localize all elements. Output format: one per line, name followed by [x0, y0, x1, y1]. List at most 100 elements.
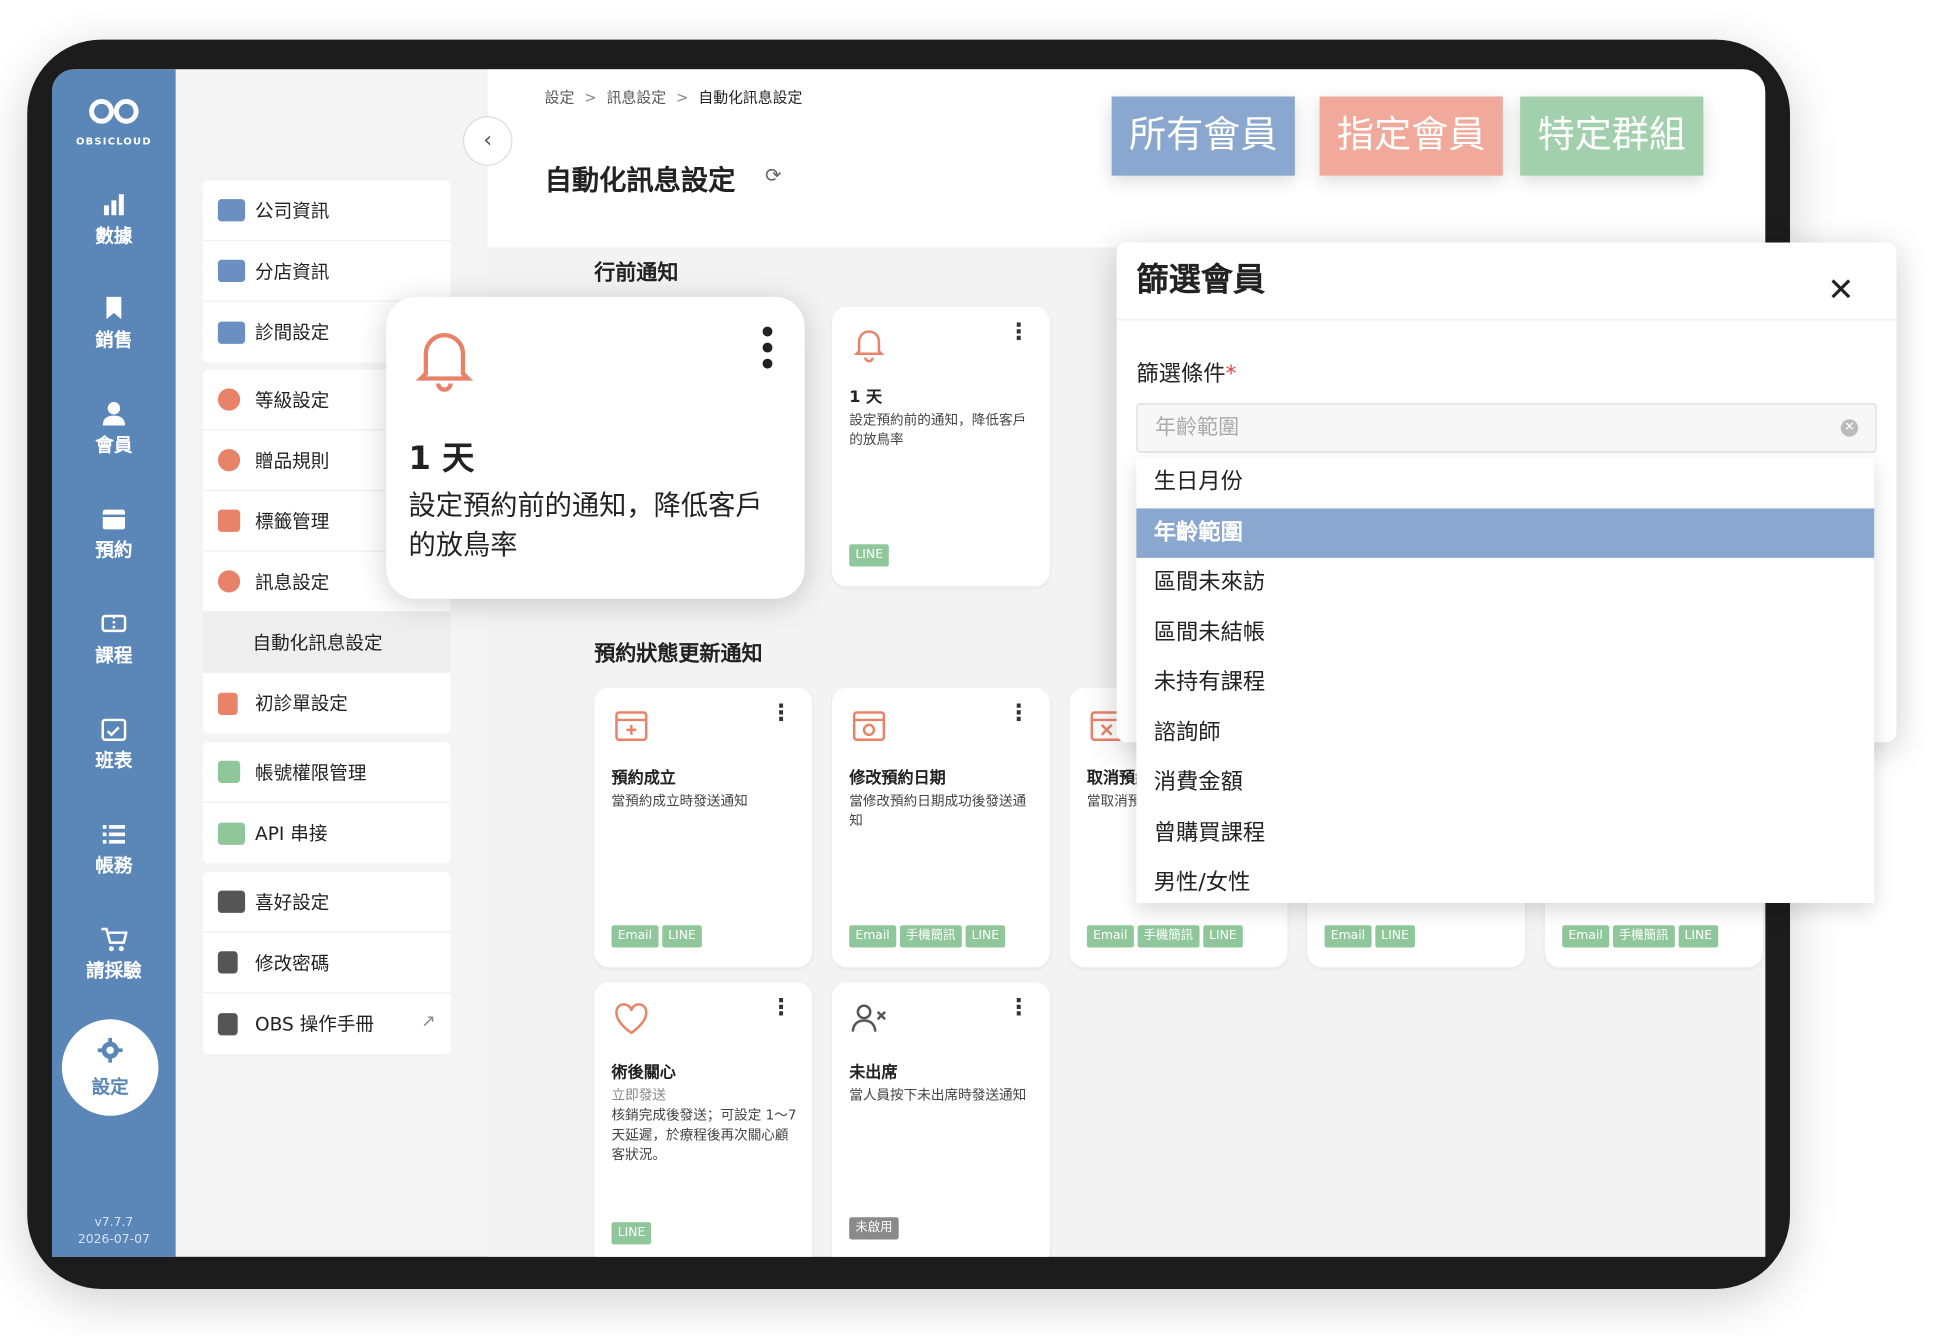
- option-age-range[interactable]: 年齡範圍: [1136, 507, 1875, 558]
- breadcrumb: 設定 > 訊息設定 > 自動化訊息設定: [544, 89, 803, 107]
- specific-members-button[interactable]: 指定會員: [1319, 96, 1503, 176]
- option-purchased-course[interactable]: 曾購買課程: [1136, 808, 1874, 858]
- key-icon: [217, 760, 241, 784]
- refresh-icon[interactable]: ⟳: [765, 163, 782, 187]
- card-booking-created[interactable]: ⋮ 預約成立 當預約成立時發送通知 Email LINE: [594, 687, 813, 968]
- rail-item-sales[interactable]: 銷售: [52, 294, 176, 352]
- channel-tag: 手機簡訊: [1612, 925, 1675, 948]
- more-options-icon[interactable]: ⋮: [770, 702, 792, 725]
- rail-item-members[interactable]: 會員: [52, 400, 176, 458]
- schedule-icon: [101, 718, 127, 741]
- card-desc: 當預約成立時發送通知: [611, 792, 748, 809]
- version-info: v7.7.7 2026-07-07: [52, 1215, 176, 1250]
- card-title: 術後關心: [611, 1063, 676, 1083]
- rail-item-settings[interactable]: 設定: [61, 1019, 159, 1116]
- option-consultant[interactable]: 諮詢師: [1136, 708, 1874, 758]
- menu-group-account: 帳號權限管理 API 串接: [203, 742, 451, 864]
- card-subtitle: 立即發送: [611, 1087, 666, 1104]
- channel-tag: LINE: [1374, 925, 1416, 948]
- collapse-menu-button[interactable]: ‹: [462, 116, 513, 166]
- option-no-course[interactable]: 未持有課程: [1136, 658, 1874, 708]
- card-preview-1day[interactable]: 1 天 設定預約前的通知，降低客戶的放鳥率: [386, 296, 805, 599]
- rail-item-label: 會員: [95, 434, 133, 457]
- more-options-icon[interactable]: [762, 326, 773, 375]
- modal-title: 篩選會員: [1136, 262, 1266, 300]
- calendar-icon: [102, 509, 126, 530]
- menu-item-label: 喜好設定: [255, 891, 330, 914]
- bell-icon: [415, 333, 474, 392]
- clear-icon[interactable]: ✕: [1840, 419, 1859, 437]
- more-options-icon[interactable]: ⋮: [1008, 702, 1030, 725]
- version-date: 2026-07-07: [77, 1233, 150, 1247]
- settings-menu: 公司資訊 分店資訊 診間設定 等級設定 贈品規則 標籤管理 訊息設定 自動化訊息…: [175, 69, 488, 1257]
- option-unpaid[interactable]: 區間未結帳: [1136, 608, 1874, 658]
- channel-tags: Email 手機簡訊 LINE: [1086, 925, 1243, 948]
- breadcrumb-item: 自動化訊息設定: [698, 89, 803, 107]
- rail-item-data[interactable]: 數據: [52, 190, 176, 248]
- more-options-icon[interactable]: ⋮: [1008, 996, 1030, 1019]
- briefcase-icon: [217, 199, 246, 222]
- channel-tag: LINE: [849, 544, 890, 567]
- channel-tag: Email: [849, 925, 896, 948]
- calendar-refresh-icon: [852, 711, 886, 741]
- help-book-icon: [217, 1012, 238, 1035]
- rail-item-label: 帳務: [95, 854, 133, 878]
- field-label: 篩選條件: [1136, 361, 1226, 388]
- rail-item-label: 銷售: [95, 329, 133, 352]
- menu-item-branch[interactable]: 分店資訊: [203, 241, 451, 302]
- channel-tags: Email LINE: [611, 925, 702, 948]
- breadcrumb-item[interactable]: 設定: [545, 89, 575, 106]
- channel-tag: LINE: [611, 1222, 652, 1245]
- more-options-icon[interactable]: ⋮: [770, 996, 792, 1019]
- menu-item-manual[interactable]: OBS 操作手冊 ↗: [203, 993, 451, 1054]
- menu-item-password[interactable]: 修改密碼: [203, 933, 451, 994]
- menu-item-auto-messages[interactable]: 自動化訊息設定: [203, 612, 451, 673]
- rail-item-courses[interactable]: 課程: [52, 610, 176, 668]
- menu-item-label: 自動化訊息設定: [252, 631, 383, 654]
- store-icon: [217, 259, 246, 283]
- main-nav-rail: OBSICLOUD 數據 銷售 會員 預約 課程 班表 帳務 請採驗 設定 v7…: [51, 69, 176, 1257]
- menu-item-permissions[interactable]: 帳號權限管理: [203, 742, 451, 803]
- card-pre-1day[interactable]: ⋮ 1 天 設定預約前的通知，降低客戶的放鳥率 LINE: [831, 306, 1050, 587]
- option-birth-month[interactable]: 生日月份: [1136, 458, 1874, 508]
- logo-mark: [52, 96, 176, 133]
- channel-tag: LINE: [1202, 925, 1243, 948]
- rail-item-label: 班表: [95, 749, 133, 772]
- all-members-button[interactable]: 所有會員: [1111, 96, 1295, 176]
- menu-item-label: 贈品規則: [255, 449, 330, 472]
- menu-item-company[interactable]: 公司資訊: [203, 181, 451, 242]
- card-booking-modified[interactable]: ⋮ 修改預約日期 當修改預約日期成功後發送通知 Email 手機簡訊 LINE: [831, 687, 1050, 968]
- menu-item-preferences[interactable]: 喜好設定: [203, 872, 451, 933]
- filter-condition-label: 篩選條件*: [1136, 356, 1236, 388]
- bookmark-icon: [106, 296, 122, 320]
- card-title: 修改預約日期: [849, 769, 946, 788]
- card-post-care[interactable]: ⋮ 術後關心 立即發送 核銷完成後發送；可設定 1～7 天延遲，於療程後再次關心…: [594, 982, 813, 1257]
- menu-item-intake-form[interactable]: 初診單設定: [203, 673, 451, 734]
- menu-group-personal: 喜好設定 修改密碼 OBS 操作手冊 ↗: [203, 872, 451, 1054]
- channel-tags: Email LINE: [1324, 925, 1416, 948]
- specific-group-button[interactable]: 特定群組: [1520, 96, 1704, 176]
- card-desc: 當修改預約日期成功後發送通知: [849, 792, 1027, 829]
- close-icon[interactable]: ✕: [1827, 272, 1854, 309]
- rail-item-purchase[interactable]: 請採驗: [52, 925, 176, 983]
- select-value: 年齡範圍: [1154, 415, 1240, 441]
- menu-item-api[interactable]: API 串接: [203, 803, 451, 864]
- rail-item-schedule[interactable]: 班表: [52, 715, 176, 773]
- option-spending[interactable]: 消費金額: [1136, 758, 1874, 808]
- rail-item-booking[interactable]: 預約: [52, 505, 176, 563]
- breadcrumb-item[interactable]: 訊息設定: [607, 89, 666, 106]
- card-title: 1 天: [408, 440, 475, 478]
- rail-item-label: 設定: [91, 1076, 129, 1099]
- status-badge: 未啟用: [849, 1217, 899, 1240]
- option-gender[interactable]: 男性/女性: [1136, 858, 1874, 908]
- bar-chart-icon: [103, 194, 124, 216]
- more-options-icon[interactable]: ⋮: [1008, 321, 1030, 344]
- logo: OBSICLOUD: [52, 96, 176, 147]
- section-title-pre: 行前通知: [594, 261, 679, 286]
- filter-condition-select[interactable]: 年齡範圍 ✕: [1136, 403, 1877, 453]
- card-no-show[interactable]: ⋮ 未出席 當人員按下未出席時發送通知 未啟用: [831, 982, 1050, 1257]
- card-title: 預約成立: [611, 769, 676, 788]
- option-no-visit[interactable]: 區間未來訪: [1136, 558, 1874, 608]
- rail-item-accounts[interactable]: 帳務: [52, 820, 176, 878]
- rail-item-label: 數據: [95, 225, 133, 248]
